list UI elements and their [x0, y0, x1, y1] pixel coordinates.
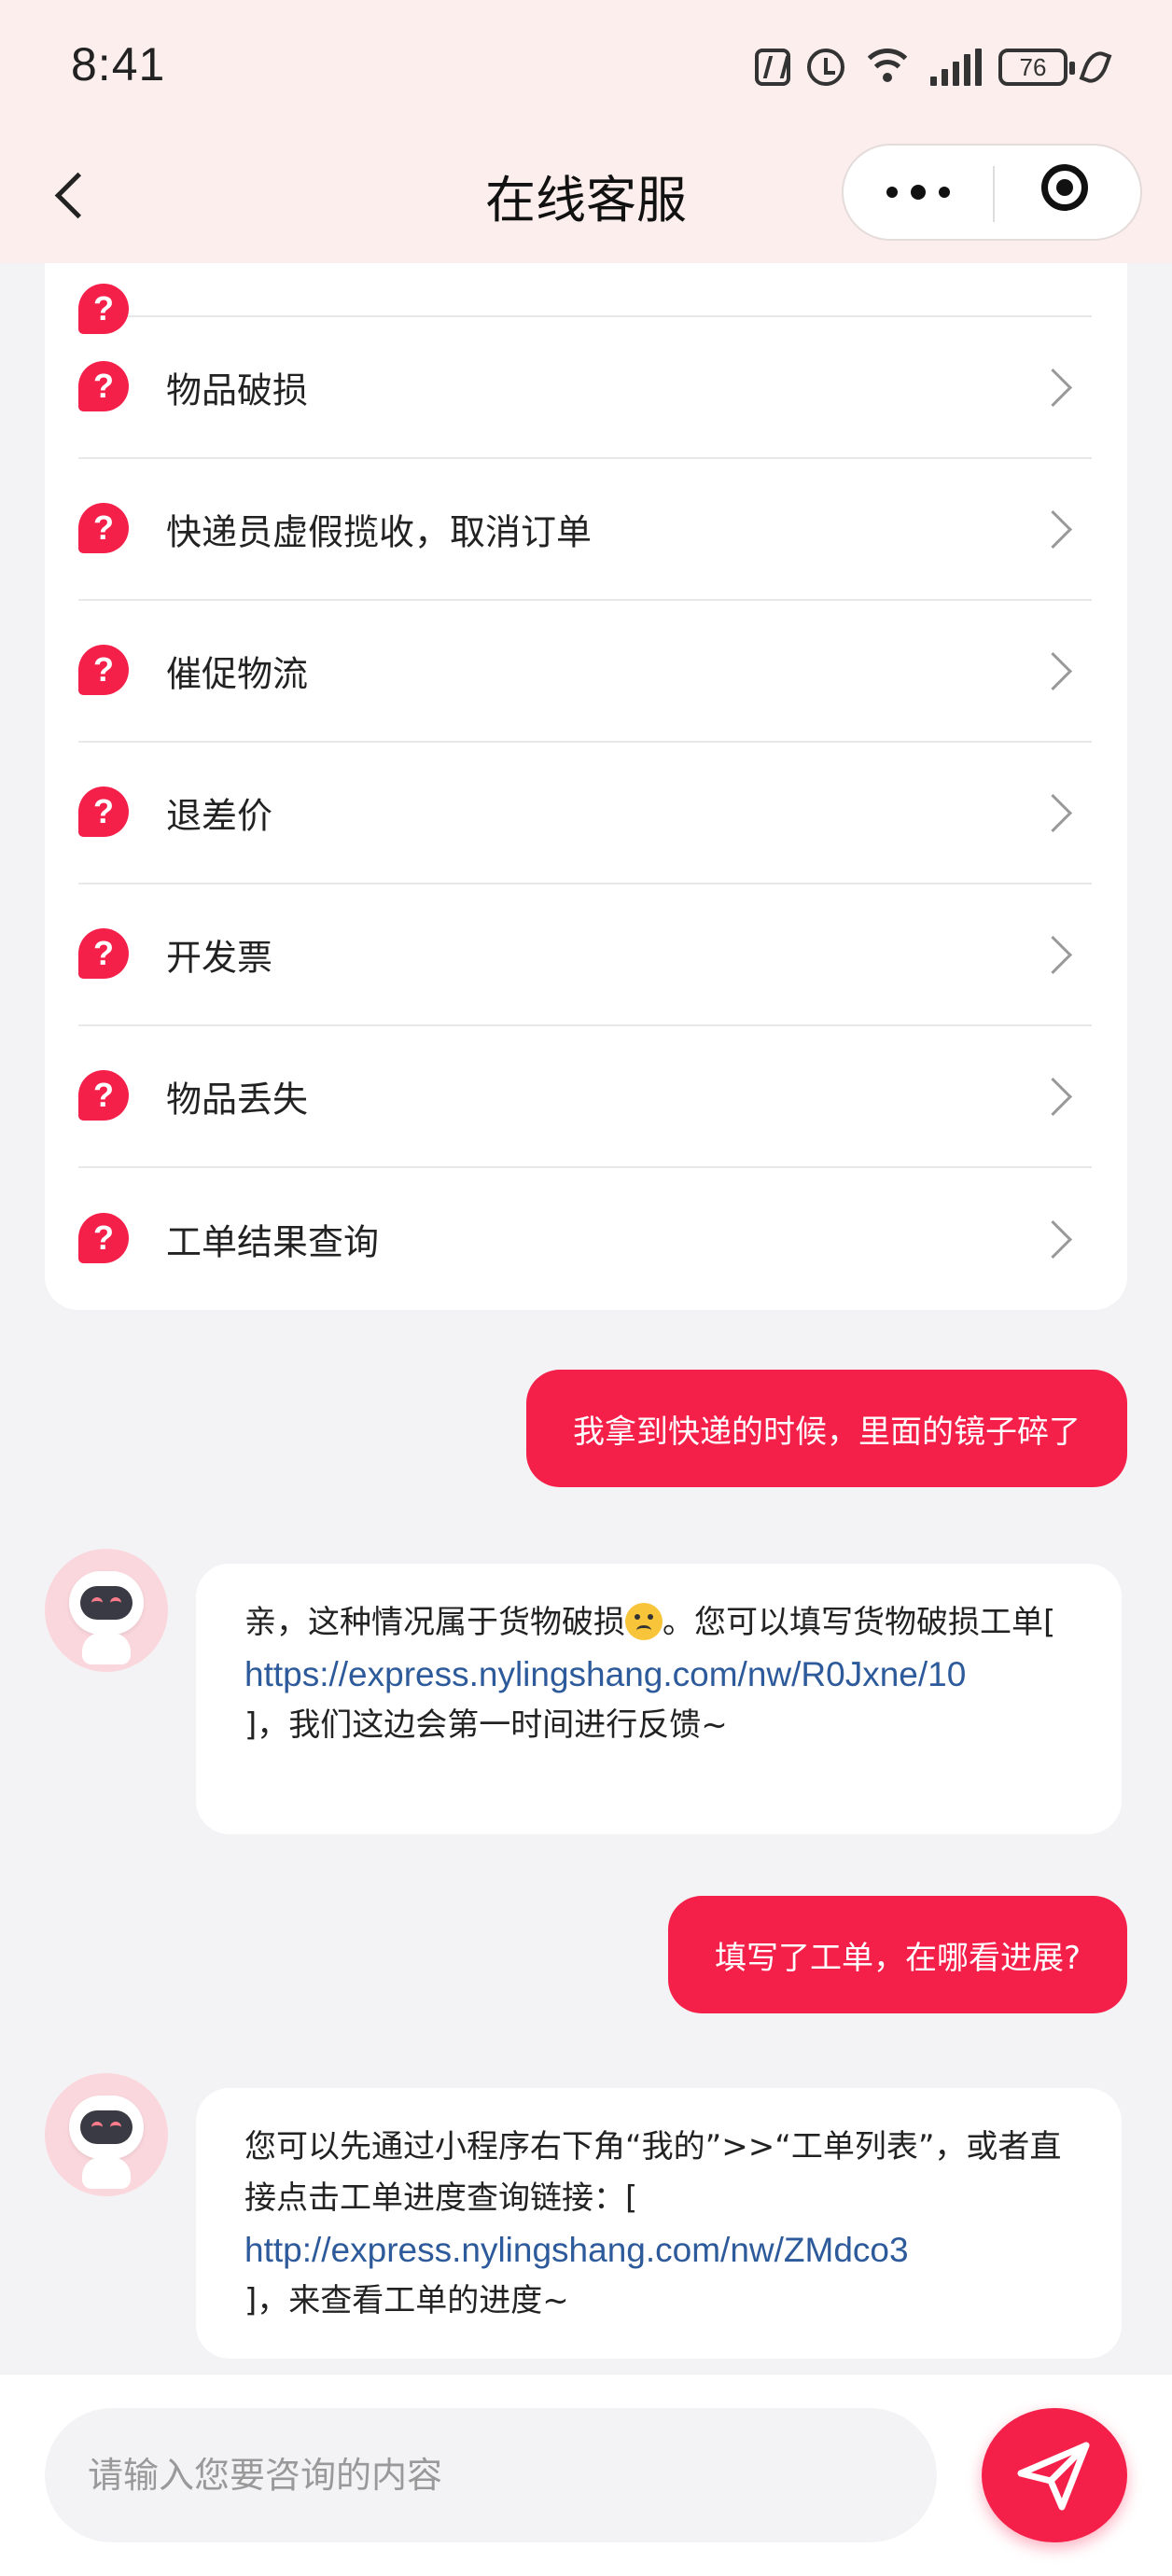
bot-message-text: ]，我们这边会第一时间进行反馈~ [244, 1706, 728, 1744]
user-message-text: 填写了工单，在哪看进展? [714, 1939, 1081, 1977]
mini-program-capsule [842, 144, 1142, 241]
faq-item-label: 快递员虚假揽收，取消订单 [166, 511, 593, 553]
status-time: 8:41 [71, 38, 166, 91]
bot-message-bubble: 您可以先通过小程序右下角“我的”>>“工单列表”，或者直接点击工单进度查询链接：… [196, 2088, 1122, 2359]
chevron-right-icon [1039, 654, 1071, 686]
faq-item[interactable]: ? 物品破损 [78, 317, 1092, 459]
bot-message-text: 您可以先通过小程序右下角“我的”>>“工单列表”，或者直接点击工单进度查询链接：… [244, 2128, 1062, 2217]
work-order-link[interactable]: https://express.nylingshang.com/nw/R0Jxn… [244, 1649, 1073, 1700]
question-icon: ? [78, 1213, 129, 1263]
question-icon: ? [78, 645, 129, 695]
battery-icon: 76 [998, 49, 1075, 86]
user-message-text: 我拿到快递的时候，里面的镜子碎了 [573, 1413, 1081, 1451]
chevron-right-icon [1039, 512, 1071, 544]
more-options-button[interactable] [844, 146, 993, 239]
user-message-bubble: 我拿到快递的时候，里面的镜子碎了 [526, 1370, 1127, 1487]
question-icon: ? [78, 1070, 129, 1121]
faq-item[interactable]: ? 催促物流 [78, 601, 1092, 743]
chevron-right-icon [1039, 796, 1071, 828]
bot-avatar [45, 2073, 168, 2196]
alarm-icon [807, 49, 844, 86]
send-button[interactable] [982, 2408, 1127, 2542]
chevron-right-icon [1039, 370, 1071, 402]
nfc-icon [755, 49, 790, 86]
faq-item-label: 退差价 [166, 795, 273, 837]
bot-message-text: 。您可以填写货物破损工单[ [663, 1604, 1056, 1641]
close-mini-program-button[interactable] [995, 146, 1142, 239]
faq-item-label: 物品破损 [166, 369, 309, 411]
bot-message-text: ]，来查看工单的进度~ [244, 2282, 569, 2319]
user-message-bubble: 填写了工单，在哪看进展? [667, 1896, 1127, 2013]
question-icon: ? [78, 361, 129, 411]
chevron-right-icon [1039, 938, 1071, 969]
faq-item[interactable]: ? 退差价 [78, 743, 1092, 884]
faq-item[interactable]: ? 快递员虚假揽收，取消订单 [78, 459, 1092, 601]
send-icon [1017, 2442, 1090, 2511]
faq-item[interactable]: ? 工单结果查询 [78, 1168, 1092, 1310]
bot-message-bubble: 亲，这种情况属于货物破损 。您可以填写货物破损工单[ https://expres… [196, 1564, 1122, 1834]
wifi-icon [859, 47, 915, 88]
chevron-right-icon [1039, 1222, 1071, 1254]
top-bar: 8:41 76 在线客服 [0, 0, 1172, 263]
sad-face-emoji-icon [625, 1603, 663, 1640]
leaf-icon [1079, 47, 1112, 88]
faq-item[interactable]: ? 开发票 [78, 884, 1092, 1026]
message-input[interactable] [45, 2408, 937, 2542]
bot-avatar [45, 1549, 168, 1672]
faq-item[interactable]: ? 物品丢失 [78, 1026, 1092, 1168]
chevron-right-icon [1039, 1079, 1071, 1111]
question-icon: ? [78, 928, 129, 979]
question-icon: ? [78, 503, 129, 553]
signal-icon [930, 49, 982, 86]
bot-message-text: 亲，这种情况属于货物破损 [244, 1604, 625, 1641]
status-icons: 76 [755, 41, 1112, 93]
faq-item-label: 开发票 [166, 937, 273, 979]
input-bar [0, 2374, 1172, 2576]
question-icon: ? [78, 787, 129, 837]
faq-item-label: 工单结果查询 [166, 1221, 380, 1263]
faq-card: ? ? 物品破损 ? 快递员虚假揽收，取消订单 ? 催促物流 ? 退差价 ? 开… [45, 187, 1127, 1310]
faq-item-label: 催促物流 [166, 653, 309, 695]
faq-item-label: 物品丢失 [166, 1079, 309, 1121]
work-order-progress-link[interactable]: http://express.nylingshang.com/nw/ZMdco3 [244, 2224, 1073, 2276]
